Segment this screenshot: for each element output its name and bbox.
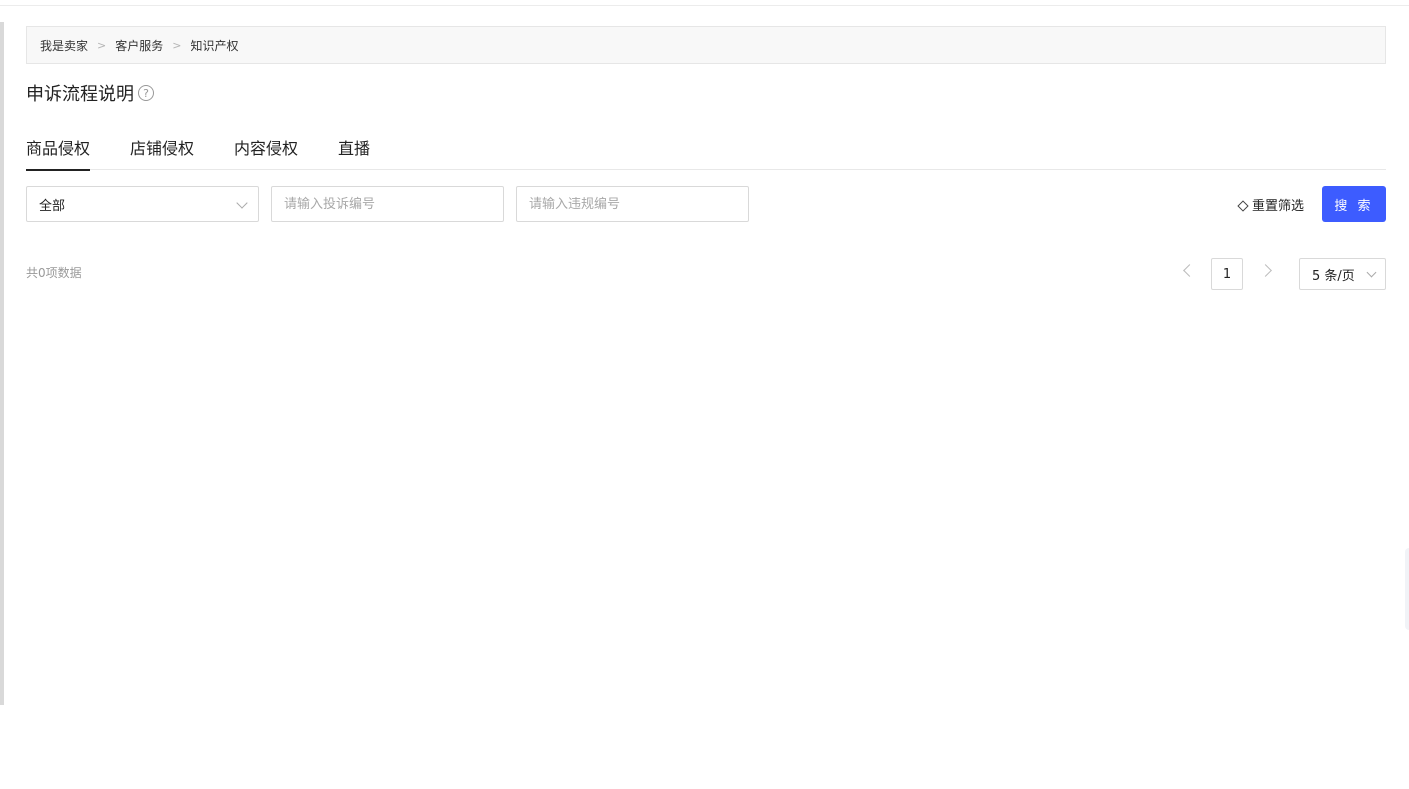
breadcrumb-item-ip: 知识产权	[190, 38, 239, 53]
chevron-down-icon	[1366, 267, 1377, 278]
search-button[interactable]: 搜 索	[1322, 186, 1386, 222]
eraser-icon	[1237, 199, 1249, 212]
tab-label: 商品侵权	[26, 139, 91, 158]
reset-filters-button[interactable]: 重置筛选	[1237, 186, 1305, 222]
page-title-text: 申诉流程说明	[26, 84, 134, 105]
tab-label: 直播	[338, 139, 371, 158]
breadcrumb-separator: >	[97, 38, 107, 52]
chevron-right-icon[interactable]	[1259, 264, 1272, 277]
breadcrumb-item-seller[interactable]: 我是卖家	[40, 37, 88, 54]
page-size-value: 5 条/页	[1312, 268, 1355, 284]
tab-label: 内容侵权	[234, 139, 299, 158]
reset-filters-label: 重置筛选	[1252, 198, 1305, 214]
tab-bar: 商品侵权 店铺侵权 内容侵权 直播	[26, 130, 1386, 171]
status-select-value: 全部	[39, 198, 66, 214]
violation-number-input[interactable]	[516, 186, 749, 222]
tab-label: 店铺侵权	[130, 139, 195, 158]
breadcrumb: 我是卖家 > 客户服务 > 知识产权	[26, 26, 1386, 64]
chevron-left-icon[interactable]	[1183, 264, 1196, 277]
tab-live-stream[interactable]: 直播	[338, 130, 370, 170]
breadcrumb-item-customer-service[interactable]: 客户服务	[115, 37, 163, 54]
tab-content-infringement[interactable]: 内容侵权	[234, 130, 298, 170]
breadcrumb-separator: >	[172, 38, 182, 52]
top-divider	[0, 0, 1409, 6]
result-count: 共0项数据	[26, 266, 82, 280]
question-circle-icon[interactable]: ?	[138, 85, 154, 101]
status-select[interactable]: 全部	[26, 186, 259, 222]
page-size-select[interactable]: 5 条/页	[1299, 258, 1386, 290]
left-scroll-rail	[0, 22, 4, 705]
tab-store-infringement[interactable]: 店铺侵权	[130, 130, 194, 170]
complaint-number-input[interactable]	[271, 186, 504, 222]
pagination-page-1[interactable]: 1	[1211, 258, 1243, 290]
chevron-down-icon	[236, 197, 248, 209]
page-title: 申诉流程说明 ?	[26, 81, 154, 105]
right-floating-tab[interactable]	[1405, 548, 1409, 630]
tab-product-infringement[interactable]: 商品侵权	[26, 130, 91, 171]
